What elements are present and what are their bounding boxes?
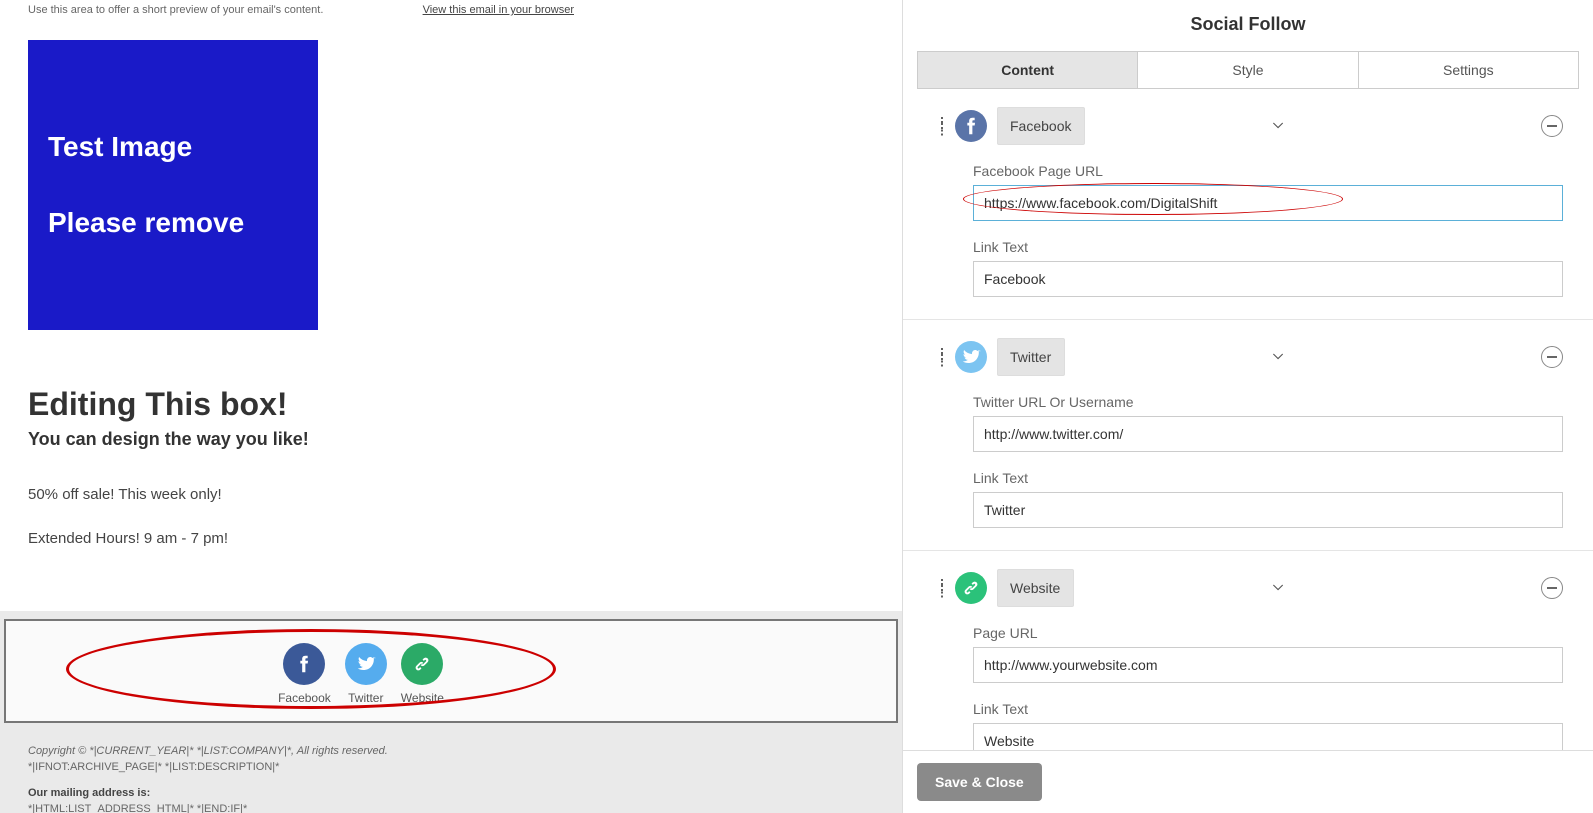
editor-title: Social Follow xyxy=(903,14,1593,35)
tab-settings[interactable]: Settings xyxy=(1358,52,1578,88)
footer-addr: *|HTML:LIST_ADDRESS_HTML|* *|END:IF|* xyxy=(28,803,874,813)
facebook-icon xyxy=(955,110,987,142)
view-in-browser-link[interactable]: View this email in your browser xyxy=(423,4,574,16)
twitter-icon xyxy=(345,643,387,685)
url-input[interactable] xyxy=(973,416,1563,452)
social-label: Facebook xyxy=(278,691,331,705)
link-text-label: Link Text xyxy=(973,701,1563,717)
tab-style[interactable]: Style xyxy=(1137,52,1357,88)
facebook-icon xyxy=(283,643,325,685)
link-text-label: Link Text xyxy=(973,239,1563,255)
image-line2: Please remove xyxy=(48,205,298,241)
social-follow-block[interactable]: Facebook Twitter Website xyxy=(4,619,898,723)
network-type-select[interactable]: Facebook xyxy=(997,107,1085,145)
body-line2[interactable]: Extended Hours! 9 am - 7 pm! xyxy=(28,526,874,552)
social-item-facebook[interactable]: Facebook xyxy=(278,643,331,705)
teaser-text: Use this area to offer a short preview o… xyxy=(28,4,323,16)
link-text-input[interactable] xyxy=(973,723,1563,750)
twitter-icon xyxy=(955,341,987,373)
image-line1: Test Image xyxy=(48,129,298,165)
network-block-twitter: ⋮⋮ Twitter Twitter URL Or Username Link Tex… xyxy=(903,320,1593,551)
body-line1[interactable]: 50% off sale! This week only! xyxy=(28,482,874,508)
social-item-website[interactable]: Website xyxy=(401,643,444,705)
placeholder-image[interactable]: Test Image Please remove xyxy=(28,40,318,330)
link-text-input[interactable] xyxy=(973,261,1563,297)
collapse-button[interactable] xyxy=(1541,577,1563,599)
email-footer: Copyright © *|CURRENT_YEAR|* *|LIST:COMP… xyxy=(0,731,902,813)
social-item-twitter[interactable]: Twitter xyxy=(345,643,387,705)
link-icon xyxy=(401,643,443,685)
social-label: Website xyxy=(401,691,444,705)
editor-tabs: Content Style Settings xyxy=(917,51,1579,89)
link-text-label: Link Text xyxy=(973,470,1563,486)
footer-copyright: Copyright © *|CURRENT_YEAR|* *|LIST:COMP… xyxy=(28,745,388,757)
network-type-select[interactable]: Twitter xyxy=(997,338,1065,376)
url-input[interactable] xyxy=(973,647,1563,683)
url-label: Facebook Page URL xyxy=(973,163,1563,179)
email-preview-panel: Use this area to offer a short preview o… xyxy=(0,0,903,813)
footer-desc: *|IFNOT:ARCHIVE_PAGE|* *|LIST:DESCRIPTIO… xyxy=(28,761,874,773)
social-label: Twitter xyxy=(348,691,383,705)
editor-panel: Social Follow Content Style Settings ⋮⋮ F… xyxy=(903,0,1593,813)
network-block-facebook: ⋮⋮ Facebook Facebook Page URL Link Text xyxy=(903,89,1593,320)
main-heading[interactable]: Editing This box! xyxy=(28,386,874,423)
save-close-button[interactable]: Save & Close xyxy=(917,763,1042,801)
url-input[interactable] xyxy=(973,185,1563,221)
url-label: Page URL xyxy=(973,625,1563,641)
drag-handle-icon[interactable]: ⋮⋮ xyxy=(933,584,945,592)
drag-handle-icon[interactable]: ⋮⋮ xyxy=(933,353,945,361)
drag-handle-icon[interactable]: ⋮⋮ xyxy=(933,122,945,130)
collapse-button[interactable] xyxy=(1541,346,1563,368)
url-label: Twitter URL Or Username xyxy=(973,394,1563,410)
footer-addr-label: Our mailing address is: xyxy=(28,787,874,799)
collapse-button[interactable] xyxy=(1541,115,1563,137)
subheading[interactable]: You can design the way you like! xyxy=(28,429,874,450)
link-text-input[interactable] xyxy=(973,492,1563,528)
network-type-select[interactable]: Website xyxy=(997,569,1074,607)
tab-content[interactable]: Content xyxy=(918,52,1137,88)
network-block-website: ⋮⋮ Website Page URL Link Text xyxy=(903,551,1593,750)
link-icon xyxy=(955,572,987,604)
